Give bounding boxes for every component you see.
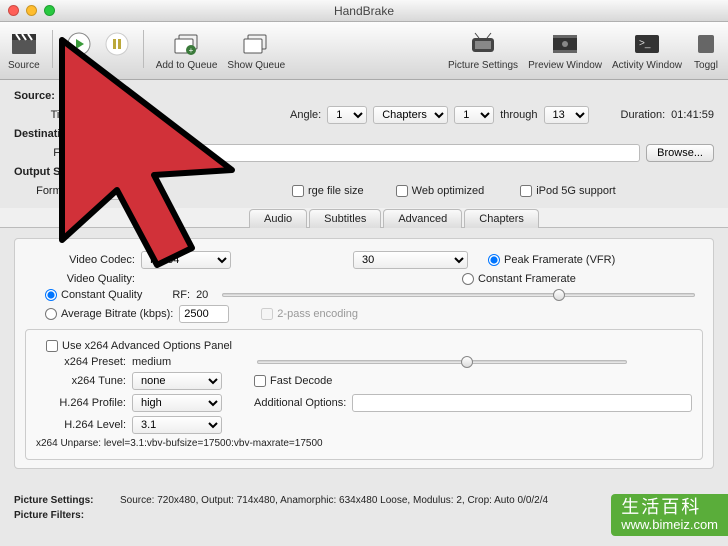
preset-slider[interactable] [257, 360, 627, 364]
window-titlebar: HandBrake [0, 0, 728, 22]
toolbar-divider [143, 30, 144, 68]
two-pass-checkbox: 2-pass encoding [261, 308, 358, 320]
queue-icon [242, 30, 270, 58]
pause-icon [103, 30, 131, 58]
file-path-input[interactable] [80, 144, 640, 162]
preview-window-label: Preview Window [528, 60, 602, 71]
constant-framerate-radio[interactable]: Constant Framerate [462, 273, 576, 285]
film-icon [551, 30, 579, 58]
preview-window-button[interactable]: Preview Window [528, 30, 602, 71]
picture-settings-footer-value: Source: 720x480, Output: 714x480, Anamor… [120, 495, 548, 506]
destination-heading: Destination [14, 128, 74, 140]
show-queue-label: Show Queue [227, 60, 285, 71]
ipod-support-checkbox[interactable]: iPod 5G support [520, 185, 616, 197]
rf-value: 20 [196, 289, 208, 301]
duration-label: Duration: [621, 109, 666, 121]
activity-window-label: Activity Window [612, 60, 682, 71]
title-label: Title: [14, 109, 74, 121]
x264-preset-label: x264 Preset: [36, 356, 126, 368]
add-queue-label: Add to Queue [156, 60, 218, 71]
chapter-to-select[interactable]: 13 [544, 106, 589, 124]
source-heading: Source: [14, 90, 55, 102]
h264-level-select[interactable]: 3.1 [132, 416, 222, 434]
file-label: File: [14, 147, 74, 159]
tab-bar: Video Audio Subtitles Advanced Chapters [0, 208, 728, 228]
additional-options-label: Additional Options: [254, 397, 346, 409]
h264-level-label: H.264 Level: [36, 419, 126, 431]
source-label: Source [8, 60, 40, 71]
tab-audio[interactable]: Audio [249, 209, 307, 228]
pause-button[interactable] [103, 30, 131, 71]
main-content: Source: Title: 1 - Angle: 1 Chapters 1 t… [0, 80, 728, 485]
chapter-from-select[interactable]: 1 [454, 106, 494, 124]
panel-icon [692, 30, 720, 58]
constant-quality-radio[interactable]: Constant Quality [45, 289, 142, 301]
browse-button[interactable]: Browse... [646, 144, 714, 162]
clapperboard-icon [10, 30, 38, 58]
toggle-label: Toggl [694, 60, 718, 71]
queue-add-icon: + [173, 30, 201, 58]
x264-preset-value: medium [132, 356, 171, 368]
video-quality-label: Video Quality: [25, 273, 135, 285]
picture-settings-label: Picture Settings [448, 60, 518, 71]
activity-window-button[interactable]: >_ Activity Window [612, 30, 682, 71]
source-button[interactable]: Source [8, 30, 40, 71]
video-panel: Video Codec: H.264 30 Peak Framerate (VF… [14, 238, 714, 469]
x264-tune-select[interactable]: none [132, 372, 222, 390]
svg-text:>_: >_ [639, 38, 651, 49]
tab-subtitles[interactable]: Subtitles [309, 209, 381, 228]
chapters-mode-select[interactable]: Chapters [373, 106, 448, 124]
start-button[interactable] [65, 30, 93, 71]
additional-options-input[interactable] [352, 394, 692, 412]
fast-decode-checkbox[interactable]: Fast Decode [254, 375, 332, 387]
x264-subpanel: Use x264 Advanced Options Panel x264 Pre… [25, 329, 703, 460]
watermark: 生活百科 www.bimeiz.com [611, 494, 728, 536]
web-optimized-checkbox[interactable]: Web optimized [396, 185, 485, 197]
picture-filters-footer-label: Picture Filters: [14, 510, 84, 521]
framerate-select[interactable]: 30 [353, 251, 468, 269]
toolbar-divider [52, 30, 53, 68]
picture-settings-footer-label: Picture Settings: [14, 495, 114, 506]
rf-label: RF: [172, 289, 190, 301]
show-queue-button[interactable]: Show Queue [227, 30, 285, 71]
format-label: Format: [14, 185, 74, 197]
x264-advanced-checkbox[interactable]: Use x264 Advanced Options Panel [46, 340, 232, 352]
window-title: HandBrake [0, 4, 728, 18]
tab-chapters[interactable]: Chapters [464, 209, 539, 228]
svg-text:+: + [188, 46, 193, 55]
output-settings-heading: Output Settings: [14, 166, 100, 178]
x264-unparse-text: x264 Unparse: level=3.1:vbv-bufsize=1750… [36, 438, 323, 449]
quality-slider[interactable] [222, 293, 695, 297]
bitrate-input[interactable] [179, 305, 229, 323]
picture-settings-button[interactable]: Picture Settings [448, 30, 518, 71]
x264-tune-label: x264 Tune: [36, 375, 126, 387]
video-codec-select[interactable]: H.264 [141, 251, 231, 269]
video-codec-label: Video Codec: [25, 254, 135, 266]
peak-framerate-radio[interactable]: Peak Framerate (VFR) [488, 254, 615, 266]
toolbar: Source + Add to Queue Show Queu [0, 22, 728, 80]
title-select[interactable]: 1 - [80, 106, 140, 124]
angle-select[interactable]: 1 [327, 106, 367, 124]
h264-profile-label: H.264 Profile: [36, 397, 126, 409]
angle-label: Angle: [290, 109, 321, 121]
through-label: through [500, 109, 537, 121]
watermark-url: www.bimeiz.com [621, 518, 718, 532]
toggle-button[interactable]: Toggl [692, 30, 720, 71]
average-bitrate-radio[interactable]: Average Bitrate (kbps): [45, 308, 173, 320]
tv-icon [469, 30, 497, 58]
format-select[interactable]: MP4 file [80, 182, 160, 200]
h264-profile-select[interactable]: high [132, 394, 222, 412]
tab-advanced[interactable]: Advanced [383, 209, 462, 228]
terminal-icon: >_ [633, 30, 661, 58]
duration-value: 01:41:59 [671, 109, 714, 121]
large-file-checkbox[interactable]: rge file size [292, 185, 364, 197]
add-to-queue-button[interactable]: + Add to Queue [156, 30, 218, 71]
play-icon [65, 30, 93, 58]
watermark-cn: 生活百科 [621, 498, 718, 518]
